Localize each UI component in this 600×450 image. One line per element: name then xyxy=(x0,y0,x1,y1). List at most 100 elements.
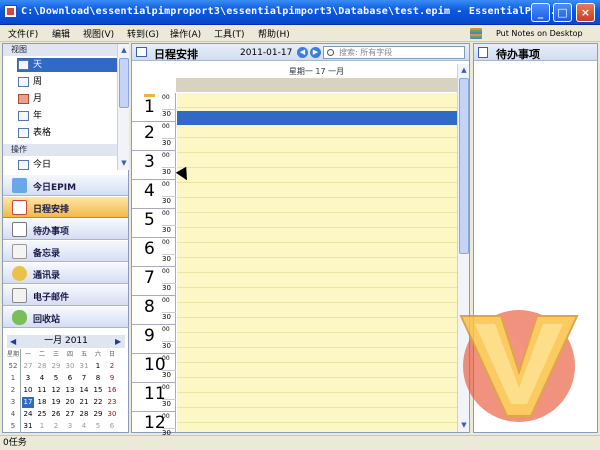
mini-calendar-day[interactable]: 22 xyxy=(92,397,104,408)
view-month[interactable]: 月 xyxy=(17,92,117,106)
mini-calendar-day[interactable]: 1 xyxy=(36,421,48,432)
mini-calendar-day[interactable]: 25 xyxy=(36,409,48,420)
nav-contacts[interactable]: 通讯录 xyxy=(3,262,128,284)
mini-calendar-day[interactable]: 6 xyxy=(106,421,118,432)
nav-calendar-label: 日程安排 xyxy=(33,205,70,215)
scroll-up-icon[interactable]: ▲ xyxy=(119,45,129,55)
view-table[interactable]: 表格 xyxy=(17,126,117,140)
maximize-button[interactable]: □ xyxy=(553,3,572,22)
mini-calendar-day[interactable]: 5 xyxy=(50,373,62,384)
view-week[interactable]: 周 xyxy=(17,75,117,89)
scroll-thumb[interactable] xyxy=(119,58,129,108)
mini-calendar-day[interactable]: 16 xyxy=(106,385,118,396)
nav-calendar[interactable]: 日程安排 xyxy=(3,196,128,218)
hour-label: 6 xyxy=(144,239,155,259)
weekday-header: 五 xyxy=(80,351,87,358)
weekday-header: 三 xyxy=(52,351,59,358)
nav-notes[interactable]: 备忘录 xyxy=(3,240,128,262)
views-scrollbar[interactable]: ▲ ▼ xyxy=(117,44,129,170)
mini-calendar-day[interactable]: 15 xyxy=(92,385,104,396)
next-month-icon[interactable]: ▶ xyxy=(115,337,121,346)
mini-calendar-day[interactable]: 2 xyxy=(50,421,62,432)
mini-calendar-day[interactable]: 24 xyxy=(22,409,34,420)
mini-calendar-day[interactable]: 19 xyxy=(50,397,62,408)
mini-calendar-day[interactable]: 9 xyxy=(106,373,118,384)
mini-calendar-day[interactable]: 1 xyxy=(92,361,104,372)
all-day-band[interactable] xyxy=(176,78,457,92)
view-day[interactable]: 天 xyxy=(17,58,117,72)
mini-calendar-day[interactable]: 29 xyxy=(92,409,104,420)
app-icon xyxy=(4,5,17,18)
today-icon xyxy=(18,160,29,170)
mini-calendar-day[interactable]: 30 xyxy=(106,409,118,420)
views-header: 视图 xyxy=(3,44,117,56)
minute-00-label: 00 xyxy=(162,152,170,159)
mini-calendar-day[interactable]: 31 xyxy=(22,421,34,432)
mini-calendar-day[interactable]: 28 xyxy=(36,361,48,372)
action-today[interactable]: 今日 xyxy=(17,158,117,172)
mini-calendar-day[interactable]: 21 xyxy=(78,397,90,408)
menu-help[interactable]: 帮助(H) xyxy=(258,27,290,40)
minute-30-label: 30 xyxy=(162,254,176,263)
mini-calendar-day[interactable]: 4 xyxy=(36,373,48,384)
mini-calendar-day[interactable]: 31 xyxy=(78,361,90,372)
close-button[interactable]: × xyxy=(576,3,595,22)
menu-edit[interactable]: 编辑 xyxy=(52,27,70,40)
calendar-panel: 日程安排 2011-01-17 ◀ ▶ 搜索: 所有字段 星期一 17 一月 1… xyxy=(131,43,470,441)
mini-calendar-day[interactable]: 18 xyxy=(36,397,48,408)
mini-calendar-day[interactable]: 27 xyxy=(64,409,76,420)
mini-calendar-day[interactable]: 27 xyxy=(22,361,34,372)
mini-calendar-day[interactable]: 29 xyxy=(50,361,62,372)
prev-day-icon[interactable]: ◀ xyxy=(297,47,308,58)
hour-row: 8 00 30 xyxy=(132,296,176,325)
today-epim-icon xyxy=(12,178,27,193)
calendar-scroll-thumb[interactable] xyxy=(459,78,469,254)
scroll-down-icon[interactable]: ▼ xyxy=(119,158,129,168)
mini-calendar-day[interactable]: 26 xyxy=(50,409,62,420)
mini-calendar-day[interactable]: 12 xyxy=(50,385,62,396)
time-grid[interactable] xyxy=(177,93,457,432)
mini-calendar-day[interactable]: 7 xyxy=(78,373,90,384)
search-input[interactable]: 搜索: 所有字段 xyxy=(323,46,465,59)
nav-today-epim[interactable]: 今日EPIM xyxy=(3,174,128,196)
mini-calendar-day[interactable]: 2 xyxy=(106,361,118,372)
actions-header: 操作 xyxy=(3,144,117,156)
nav-contacts-label: 通讯录 xyxy=(33,271,61,281)
mini-calendar-day[interactable]: 23 xyxy=(106,397,118,408)
nav-email[interactable]: 电子邮件 xyxy=(3,284,128,306)
nav-tasks[interactable]: 待办事项 xyxy=(3,218,128,240)
calendar-scroll-up-icon[interactable]: ▲ xyxy=(459,65,469,75)
mini-calendar-day[interactable]: 14 xyxy=(78,385,90,396)
minute-30-label: 30 xyxy=(162,283,176,292)
mini-calendar-day[interactable]: 13 xyxy=(64,385,76,396)
nav-recycle-bin[interactable]: 回收站 xyxy=(3,306,128,328)
notes-button-label: Put Notes on Desktop xyxy=(496,29,583,38)
mini-calendar-day[interactable]: 3 xyxy=(64,421,76,432)
mini-calendar-day[interactable]: 4 xyxy=(78,421,90,432)
mini-calendar-day[interactable]: 10 xyxy=(22,385,34,396)
menu-view[interactable]: 视图(V) xyxy=(83,27,114,40)
search-placeholder: 搜索: 所有字段 xyxy=(339,48,393,57)
mini-calendar-day[interactable]: 11 xyxy=(36,385,48,396)
weekday-header: 一 xyxy=(24,351,31,358)
hour-row: 2 00 30 xyxy=(132,122,176,151)
menu-file[interactable]: 文件(F) xyxy=(8,27,38,40)
menu-goto[interactable]: 转到(G) xyxy=(127,27,159,40)
selected-time-slot[interactable] xyxy=(177,111,457,125)
mini-calendar-day[interactable]: 17 xyxy=(22,397,34,408)
next-day-icon[interactable]: ▶ xyxy=(310,47,321,58)
view-year[interactable]: 年 xyxy=(17,109,117,123)
menu-tools[interactable]: 工具(T) xyxy=(214,27,245,40)
nav-recycle-bin-label: 回收站 xyxy=(33,315,61,325)
mini-calendar-day[interactable]: 28 xyxy=(78,409,90,420)
mini-calendar-day[interactable]: 30 xyxy=(64,361,76,372)
mini-calendar-day[interactable]: 20 xyxy=(64,397,76,408)
put-notes-on-desktop-button[interactable]: Put Notes on Desktop xyxy=(470,26,583,41)
prev-month-icon[interactable]: ◀ xyxy=(10,337,16,346)
menu-actions[interactable]: 操作(A) xyxy=(170,27,201,40)
mini-calendar-day[interactable]: 6 xyxy=(64,373,76,384)
mini-calendar-day[interactable]: 3 xyxy=(22,373,34,384)
mini-calendar-day[interactable]: 5 xyxy=(92,421,104,432)
mini-calendar-day[interactable]: 8 xyxy=(92,373,104,384)
minimize-button[interactable]: _ xyxy=(531,3,550,22)
